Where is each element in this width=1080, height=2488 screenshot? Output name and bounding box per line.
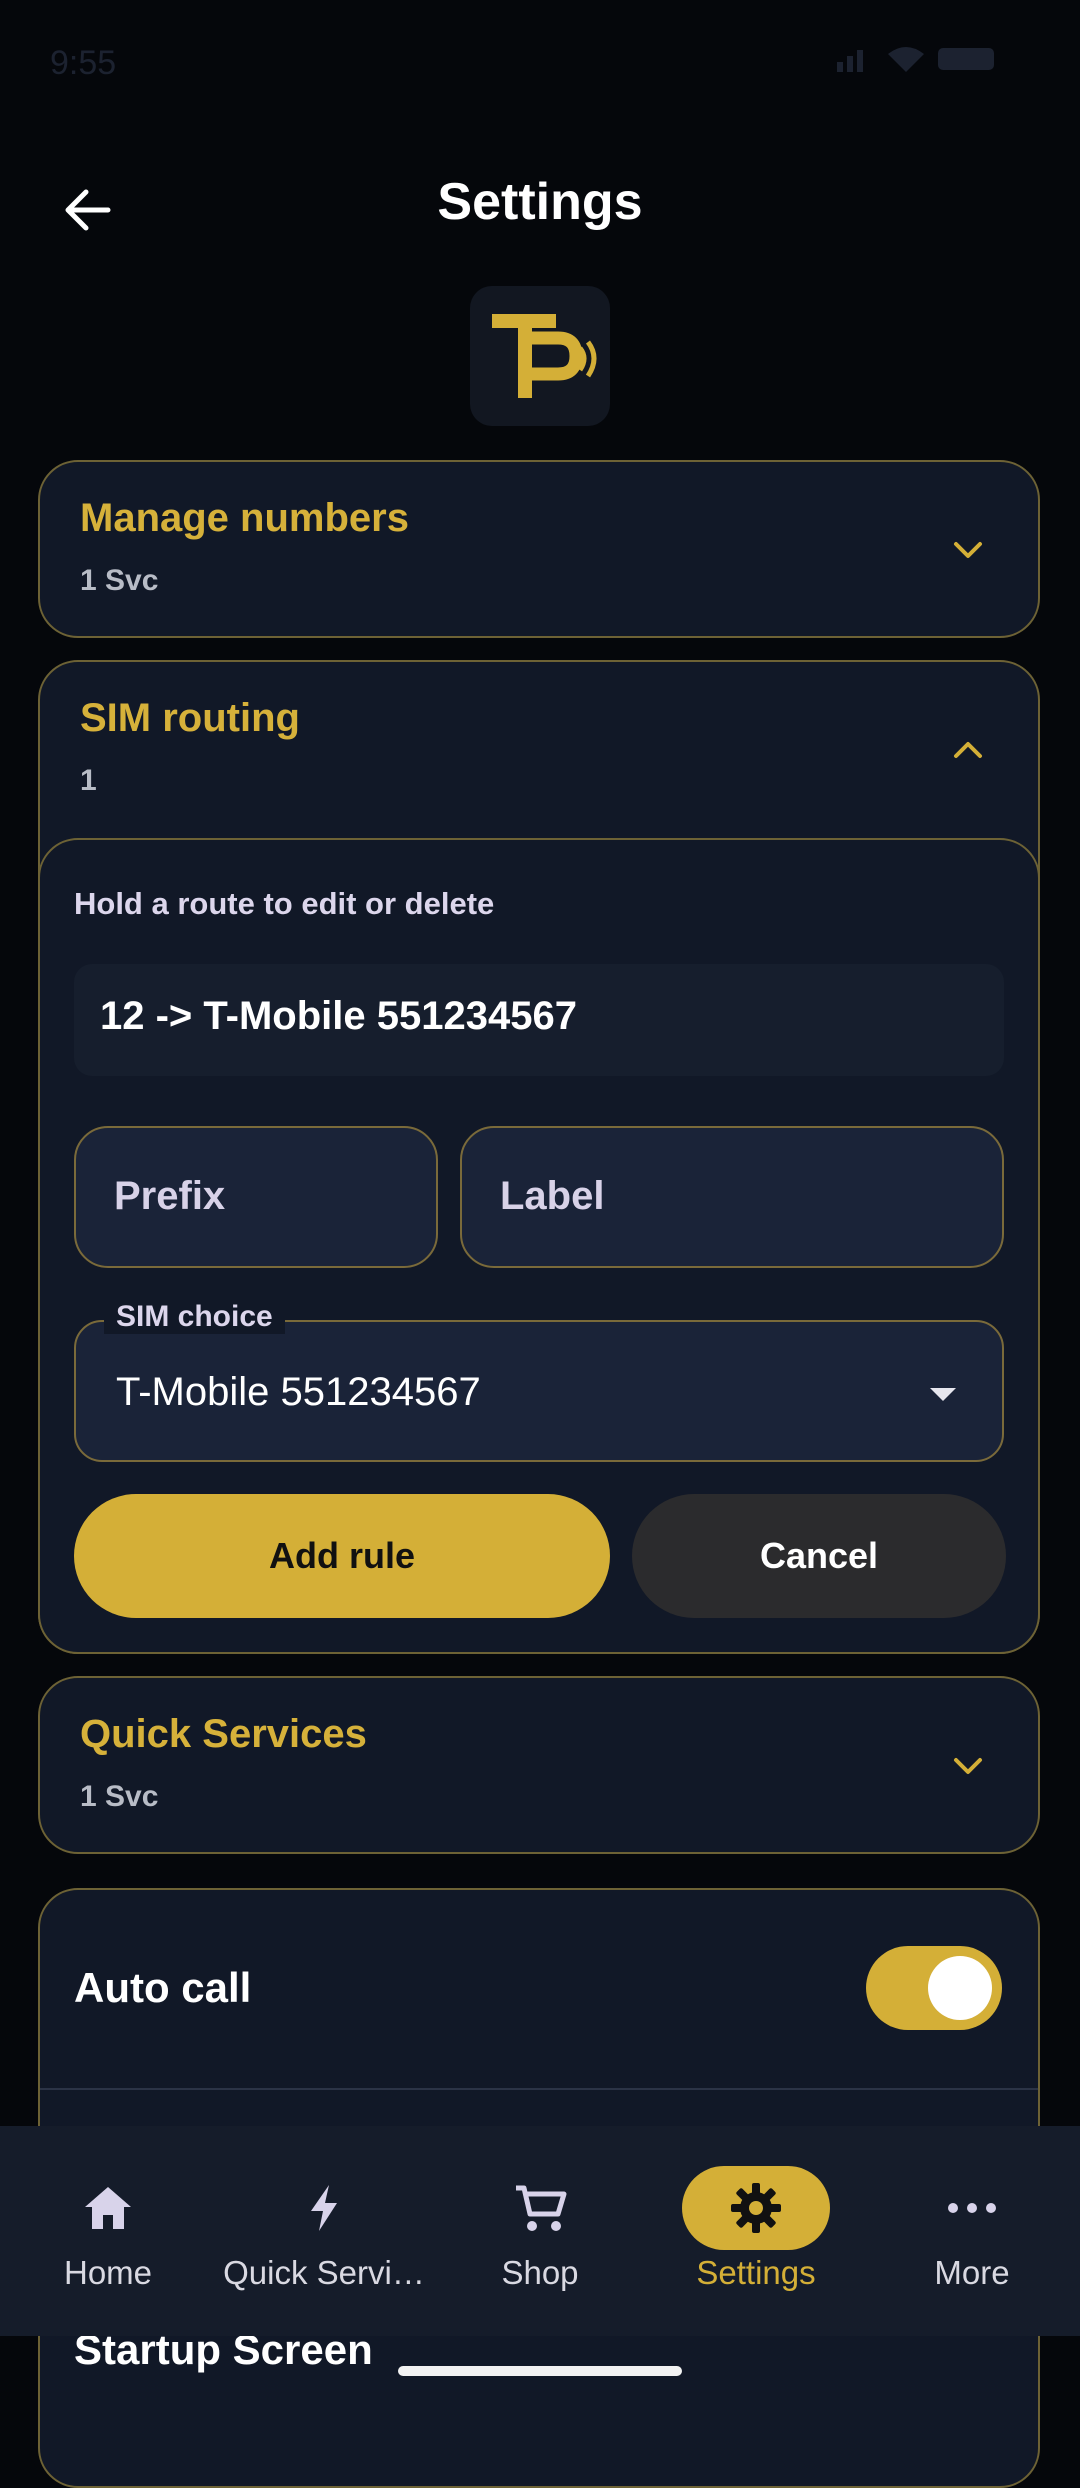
auto-call-label: Auto call xyxy=(74,1964,252,2011)
prefix-input[interactable]: Prefix xyxy=(74,1126,438,1268)
sim-choice-select[interactable]: SIM choice T-Mobile 551234567 xyxy=(74,1300,1004,1462)
auto-call-toggle[interactable] xyxy=(866,1946,1002,2030)
divider xyxy=(40,2088,1038,2090)
sim-choice-label: SIM choice xyxy=(104,1300,285,1334)
route-hint: Hold a route to edit or delete xyxy=(74,886,495,921)
add-rule-button[interactable]: Add rule xyxy=(74,1494,610,1618)
home-icon xyxy=(34,2166,182,2250)
nav-quick-services-label: Quick Servi… xyxy=(223,2254,425,2291)
manage-numbers-card[interactable]: Manage numbers 1 Svc xyxy=(38,460,1040,638)
quick-services-subtitle: 1 Svc xyxy=(80,1780,159,1813)
route-text: 12 -> T-Mobile 551234567 xyxy=(100,994,577,1038)
battery-icon xyxy=(938,48,994,70)
manage-numbers-subtitle: 1 Svc xyxy=(80,564,159,597)
status-bar: 9:55 xyxy=(0,0,1080,130)
toggle-knob xyxy=(928,1956,992,2020)
page-title: Settings xyxy=(437,173,643,231)
sim-routing-title: SIM routing xyxy=(80,696,300,740)
prefix-placeholder: Prefix xyxy=(114,1174,226,1218)
bottom-nav: Home Quick Servi… Shop Settings More xyxy=(0,2126,1080,2336)
quick-services-title: Quick Services xyxy=(80,1712,367,1756)
sim-choice-value: T-Mobile 551234567 xyxy=(116,1370,481,1414)
nav-settings[interactable]: Settings xyxy=(648,2126,864,2336)
chevron-down-icon[interactable] xyxy=(948,530,988,570)
tp-logo-icon xyxy=(492,314,597,398)
nav-shop[interactable]: Shop xyxy=(432,2126,648,2336)
cancel-button[interactable]: Cancel xyxy=(632,1494,1006,1618)
manage-numbers-title: Manage numbers xyxy=(80,496,409,540)
status-icons xyxy=(835,44,1000,82)
chevron-down-icon[interactable] xyxy=(948,1746,988,1786)
nav-more[interactable]: More xyxy=(864,2126,1080,2336)
status-time: 9:55 xyxy=(50,44,117,82)
nav-more-label: More xyxy=(934,2254,1010,2291)
nav-quick-services[interactable]: Quick Servi… xyxy=(216,2126,432,2336)
nav-home[interactable]: Home xyxy=(0,2126,216,2336)
nav-settings-label: Settings xyxy=(696,2254,816,2291)
route-item[interactable]: 12 -> T-Mobile 551234567 xyxy=(74,964,1004,1076)
bolt-icon xyxy=(250,2166,398,2250)
cart-icon xyxy=(466,2166,614,2250)
signal-icon xyxy=(837,50,864,72)
nav-home-label: Home xyxy=(63,2254,153,2291)
more-icon xyxy=(898,2166,1046,2250)
sim-routing-panel: Hold a route to edit or delete 12 -> T-M… xyxy=(38,838,1040,1654)
wifi-icon xyxy=(887,47,924,72)
home-indicator[interactable] xyxy=(398,2366,682,2376)
gear-icon xyxy=(682,2166,830,2250)
chevron-up-icon[interactable] xyxy=(948,730,988,770)
app-logo xyxy=(470,286,610,426)
sim-routing-subtitle: 1 xyxy=(80,764,97,797)
label-input[interactable]: Label xyxy=(460,1126,1004,1268)
nav-shop-label: Shop xyxy=(501,2254,579,2291)
app-bar: Settings xyxy=(0,150,1080,270)
quick-services-card[interactable]: Quick Services 1 Svc xyxy=(38,1676,1040,1854)
dropdown-arrow-icon xyxy=(930,1388,956,1401)
label-placeholder: Label xyxy=(500,1174,605,1218)
